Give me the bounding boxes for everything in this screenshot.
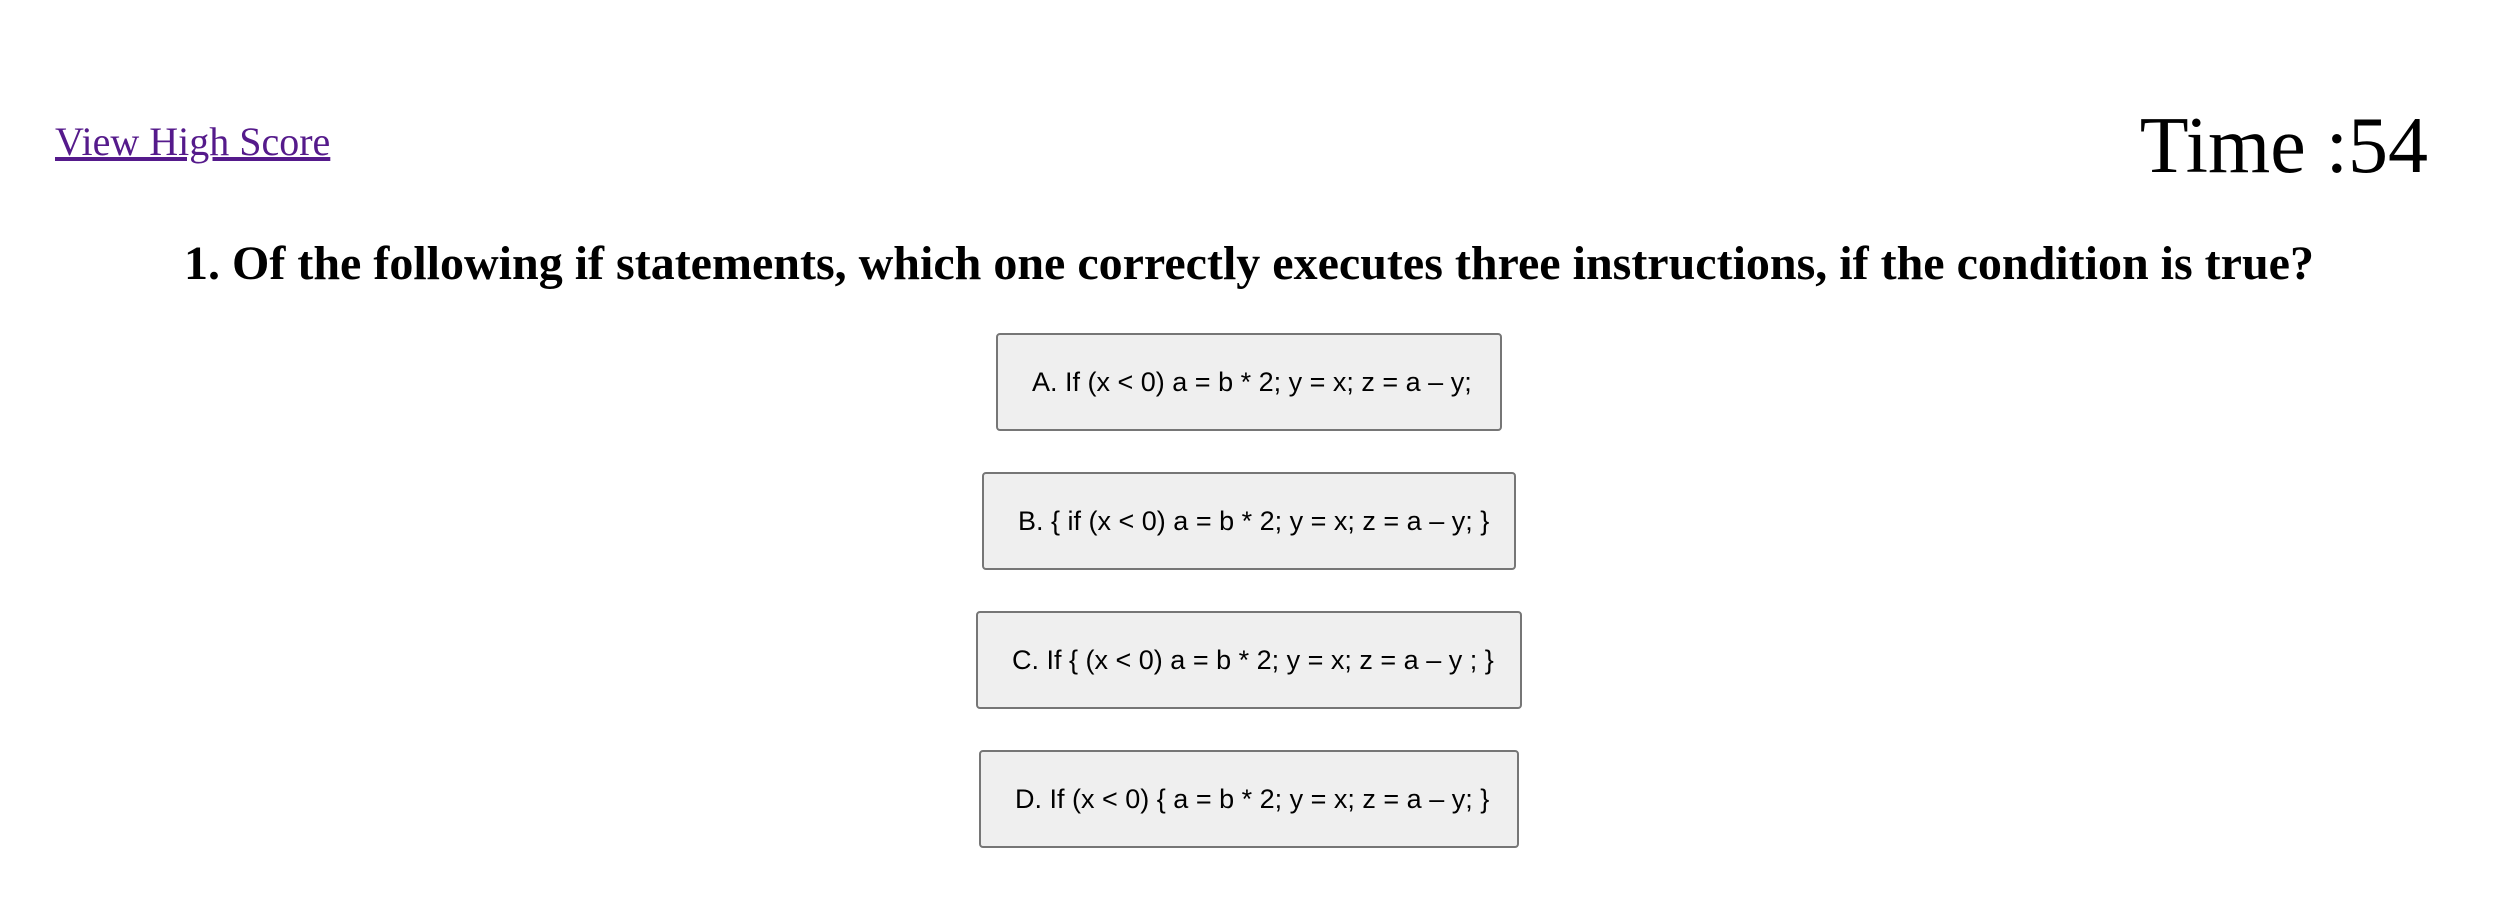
answer-c-button[interactable]: C. If { (x < 0) a = b * 2; y = x; z = a … [976, 611, 1522, 709]
header: View High Score Time :54 [0, 0, 2498, 200]
view-high-score-link[interactable]: View High Score [55, 118, 330, 166]
question-text: 1. Of the following if statements, which… [184, 237, 2314, 290]
timer: Time :54 [2139, 102, 2428, 190]
answer-d-button[interactable]: D. If (x < 0) { a = b * 2; y = x; z = a … [979, 750, 1519, 848]
answer-b-button[interactable]: B. { if (x < 0) a = b * 2; y = x; z = a … [982, 472, 1516, 570]
answer-a-button[interactable]: A. If (x < 0) a = b * 2; y = x; z = a – … [996, 333, 1502, 431]
answer-list: A. If (x < 0) a = b * 2; y = x; z = a – … [0, 333, 2498, 848]
quiz-page: View High Score Time :54 1. Of the follo… [0, 0, 2498, 912]
